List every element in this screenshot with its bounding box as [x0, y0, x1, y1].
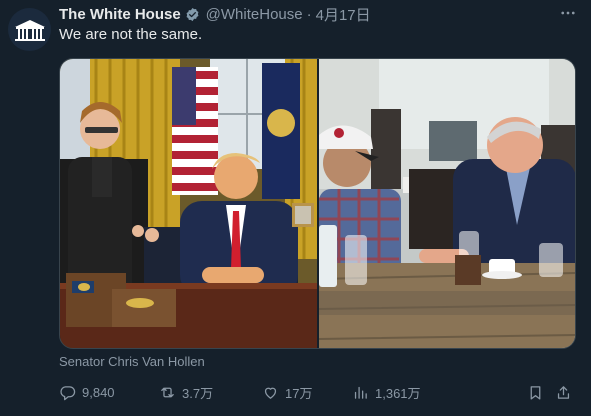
- bookmark-button[interactable]: [527, 383, 550, 401]
- views-count: 1,361万: [375, 385, 421, 401]
- reply-button[interactable]: 9,840: [59, 383, 115, 401]
- author-name[interactable]: The White House: [59, 6, 181, 23]
- dot-separator: ·: [306, 5, 312, 23]
- repost-button[interactable]: 3.7万: [159, 383, 213, 401]
- tweet-date[interactable]: 4月17日: [316, 4, 371, 25]
- reply-count: 9,840: [82, 384, 115, 400]
- avatar[interactable]: [8, 8, 51, 51]
- more-icon[interactable]: [559, 4, 577, 22]
- share-icon: [557, 385, 570, 399]
- tweet-header: The White House @WhiteHouse · 4月17日: [59, 4, 371, 25]
- author-handle[interactable]: @WhiteHouse: [206, 6, 303, 23]
- like-button[interactable]: 17万: [262, 383, 312, 401]
- tweet-text: We are not the same.: [59, 26, 203, 43]
- verified-badge-icon[interactable]: [185, 7, 200, 22]
- repost-icon: [161, 387, 174, 397]
- share-button[interactable]: [555, 383, 578, 401]
- tweet-media[interactable]: [59, 58, 576, 349]
- white-house-logo: [14, 19, 45, 41]
- bookmark-icon: [530, 385, 541, 400]
- photo-oval-office[interactable]: [60, 59, 317, 348]
- views-icon: [354, 386, 367, 399]
- repost-count: 3.7万: [182, 385, 214, 401]
- photo-restaurant[interactable]: [319, 59, 575, 348]
- like-count: 17万: [285, 385, 313, 401]
- like-icon: [264, 387, 277, 399]
- views-button[interactable]: 1,361万: [352, 383, 421, 401]
- media-caption[interactable]: Senator Chris Van Hollen: [59, 354, 205, 369]
- reply-icon: [60, 385, 76, 400]
- tweet-actions: 9,840 3.7万 17万 1,361万: [59, 383, 579, 401]
